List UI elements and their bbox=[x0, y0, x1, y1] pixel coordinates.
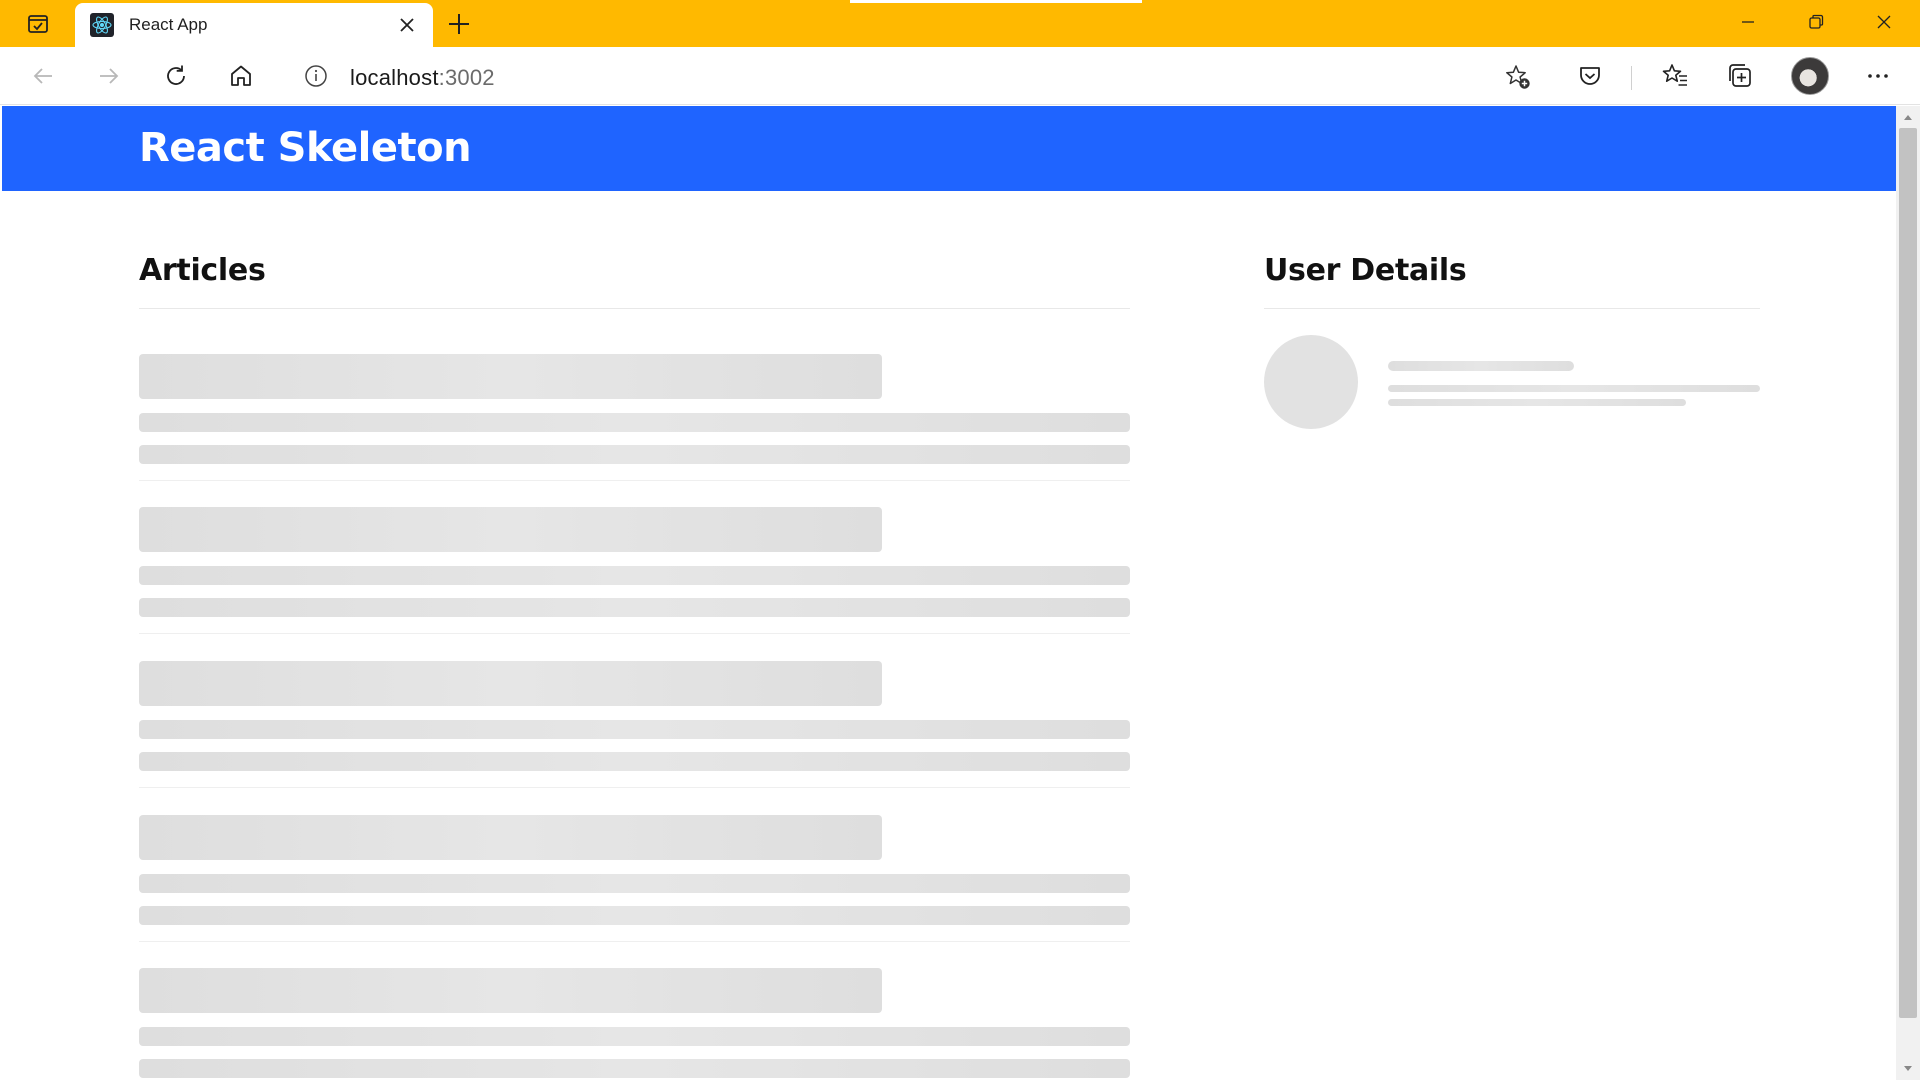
url-host: localhost bbox=[350, 65, 439, 90]
url-text[interactable]: localhost:3002 bbox=[350, 65, 495, 91]
restore-button[interactable] bbox=[1782, 0, 1850, 44]
page-viewport: React Skeleton Articles User Details bbox=[2, 106, 1896, 1080]
window-close-icon bbox=[1877, 15, 1891, 29]
tab-strip: React App bbox=[0, 0, 1920, 47]
user-details-divider bbox=[1264, 308, 1760, 309]
plus-icon bbox=[449, 14, 469, 34]
skeleton-text-line bbox=[139, 874, 1130, 893]
skeleton-title bbox=[139, 661, 882, 706]
window-close-button[interactable] bbox=[1850, 0, 1918, 44]
tab-close-button[interactable] bbox=[395, 13, 419, 37]
skeleton-title bbox=[139, 968, 882, 1013]
react-favicon bbox=[89, 12, 115, 38]
scroll-up-button[interactable] bbox=[1896, 108, 1920, 126]
skeleton-text-line bbox=[139, 1059, 1130, 1078]
article-divider bbox=[139, 633, 1130, 634]
scroll-thumb[interactable] bbox=[1899, 128, 1917, 1018]
info-icon bbox=[305, 65, 327, 87]
scroll-down-icon bbox=[1904, 1066, 1912, 1071]
skeleton-text-line bbox=[139, 752, 1130, 771]
articles-divider bbox=[139, 308, 1130, 309]
skeleton-text-line bbox=[139, 566, 1130, 585]
skeleton-text-line bbox=[139, 413, 1130, 432]
pocket-button[interactable] bbox=[1571, 58, 1609, 94]
favorites-icon bbox=[1662, 64, 1687, 86]
home-icon bbox=[231, 65, 251, 86]
skeleton-text-line bbox=[139, 720, 1130, 739]
address-bar[interactable]: localhost:3002 bbox=[285, 54, 1547, 98]
skeleton-text-line bbox=[139, 906, 1130, 925]
article-divider bbox=[139, 480, 1130, 481]
tab-react-app[interactable]: React App bbox=[75, 3, 433, 47]
skeleton-text-line bbox=[139, 598, 1130, 617]
home-button[interactable] bbox=[222, 58, 260, 94]
title-bar-drag-area[interactable] bbox=[850, 0, 1142, 3]
app-title: React Skeleton bbox=[139, 125, 472, 171]
user-details-heading: User Details bbox=[1264, 253, 1467, 288]
forward-button[interactable] bbox=[90, 58, 128, 94]
add-favorite-icon bbox=[1506, 65, 1530, 89]
tab-title: React App bbox=[129, 15, 208, 34]
articles-heading: Articles bbox=[139, 253, 266, 288]
profile-avatar[interactable] bbox=[1791, 57, 1829, 95]
add-favorite-button[interactable] bbox=[1504, 63, 1532, 91]
more-button[interactable] bbox=[1859, 58, 1897, 94]
skeleton-text-line bbox=[139, 1027, 1130, 1046]
favorites-button[interactable] bbox=[1656, 58, 1694, 94]
skeleton-title bbox=[139, 354, 882, 399]
skeleton-title bbox=[139, 815, 882, 860]
tab-actions-icon bbox=[28, 15, 48, 33]
skeleton-avatar bbox=[1264, 335, 1358, 429]
refresh-button[interactable] bbox=[157, 58, 195, 94]
back-arrow-icon bbox=[33, 68, 52, 84]
scroll-down-button[interactable] bbox=[1896, 1060, 1920, 1078]
restore-icon bbox=[1809, 14, 1824, 29]
skeleton-text-line bbox=[1388, 399, 1686, 406]
skeleton-text-line bbox=[139, 445, 1130, 464]
minimize-button[interactable] bbox=[1714, 0, 1782, 44]
minimize-icon bbox=[1742, 21, 1754, 23]
scroll-up-icon bbox=[1904, 115, 1912, 120]
back-button[interactable] bbox=[24, 58, 62, 94]
article-divider bbox=[139, 941, 1130, 942]
tab-actions-button[interactable] bbox=[18, 10, 58, 38]
app-header: React Skeleton bbox=[2, 106, 1896, 191]
collections-icon bbox=[1729, 64, 1751, 87]
browser-toolbar: localhost:3002 bbox=[0, 47, 1920, 105]
close-icon bbox=[400, 18, 414, 32]
page-scrollbar[interactable] bbox=[1896, 106, 1920, 1080]
more-icon bbox=[1868, 74, 1888, 78]
new-tab-button[interactable] bbox=[444, 9, 474, 39]
url-port: :3002 bbox=[438, 65, 495, 90]
forward-arrow-icon bbox=[100, 68, 119, 84]
skeleton-title bbox=[139, 507, 882, 552]
skeleton-username-line bbox=[1388, 361, 1574, 371]
skeleton-text-line bbox=[1388, 385, 1760, 392]
refresh-icon bbox=[167, 65, 185, 85]
toolbar-separator bbox=[1631, 66, 1632, 90]
collections-button[interactable] bbox=[1722, 58, 1760, 94]
site-info-button[interactable] bbox=[304, 64, 328, 88]
pocket-icon bbox=[1580, 67, 1600, 85]
article-divider bbox=[139, 787, 1130, 788]
